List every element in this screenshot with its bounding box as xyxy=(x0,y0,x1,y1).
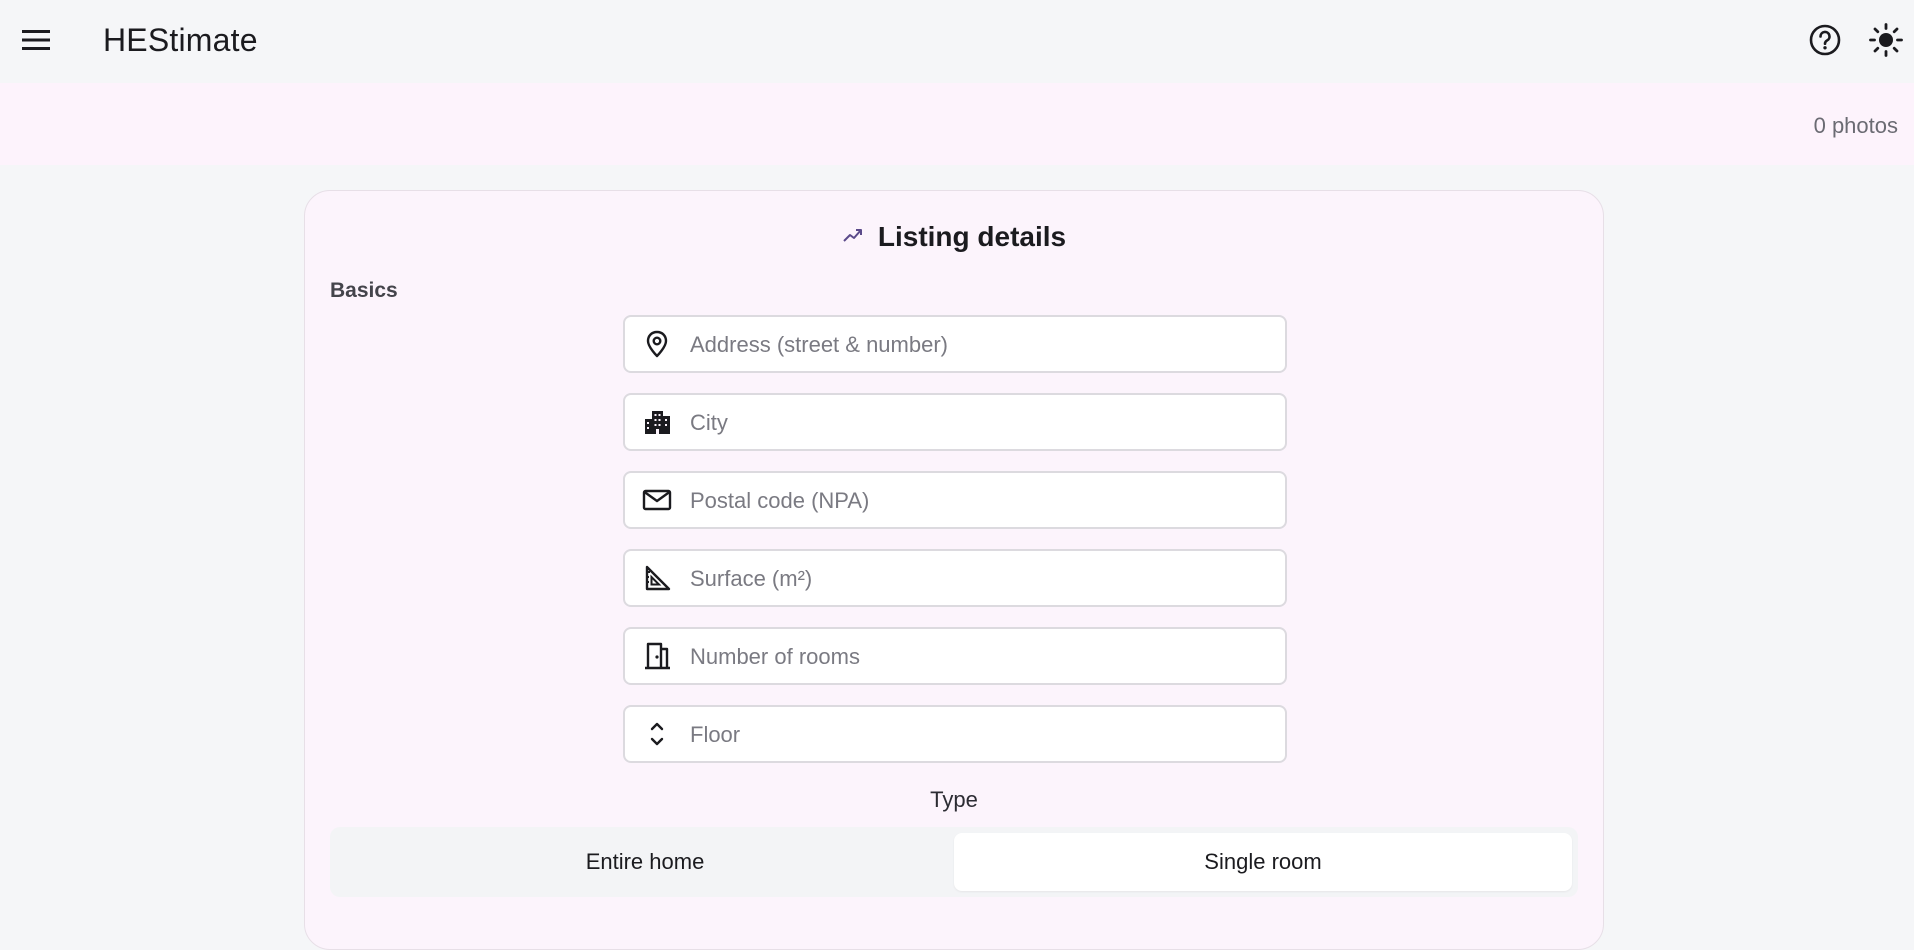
photo-strip[interactable]: 0 photos xyxy=(0,83,1914,165)
type-option-entire-home[interactable]: Entire home xyxy=(336,833,954,891)
card-header: Listing details xyxy=(305,221,1603,253)
up-down-chevron-icon xyxy=(642,719,672,749)
light-mode-sun-icon[interactable] xyxy=(1868,22,1904,58)
address-field[interactable] xyxy=(623,315,1287,373)
type-option-single-room[interactable]: Single room xyxy=(954,833,1572,891)
app-title: HEStimate xyxy=(103,22,258,58)
type-label: Type xyxy=(930,787,978,812)
door-icon xyxy=(642,641,672,671)
city-buildings-icon xyxy=(642,407,672,437)
location-pin-icon xyxy=(642,329,672,359)
floor-input[interactable] xyxy=(688,707,1272,763)
city-input[interactable] xyxy=(688,395,1272,451)
help-icon[interactable] xyxy=(1807,22,1843,58)
set-square-ruler-icon xyxy=(642,563,672,593)
photo-count: 0 photos xyxy=(1813,113,1898,138)
rooms-input[interactable] xyxy=(688,629,1272,685)
city-field[interactable] xyxy=(623,393,1287,451)
listing-details-card: Listing details Basics Address (street &… xyxy=(304,190,1604,950)
app-bar: HEStimate xyxy=(0,0,1914,83)
postal-code-input[interactable] xyxy=(688,473,1272,529)
hamburger-menu-icon[interactable] xyxy=(20,24,52,56)
type-segmented-control: Entire home Single room xyxy=(330,827,1578,897)
floor-field[interactable] xyxy=(623,705,1287,763)
address-input[interactable] xyxy=(688,317,1272,373)
postal-code-field[interactable] xyxy=(623,471,1287,529)
rooms-field[interactable] xyxy=(623,627,1287,685)
envelope-icon xyxy=(642,485,672,515)
card-title: Listing details xyxy=(877,221,1067,252)
trending-up-icon xyxy=(842,226,864,249)
section-label-basics: Basics xyxy=(330,279,398,302)
surface-input[interactable] xyxy=(688,551,1272,607)
surface-field[interactable] xyxy=(623,549,1287,607)
